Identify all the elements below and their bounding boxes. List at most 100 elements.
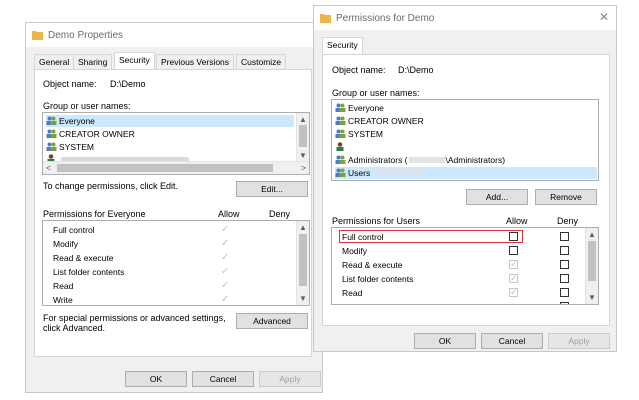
perm-write-partial: Write: [342, 301, 362, 304]
scroll-down-arrow-icon[interactable]: ▼: [297, 151, 309, 160]
tab-security[interactable]: Security: [114, 52, 155, 70]
deny-modify-checkbox[interactable]: [560, 246, 569, 255]
allow-read-checkbox[interactable]: ✓: [509, 287, 518, 297]
users-icon: [46, 142, 57, 151]
permissions-titlebar: Permissions for Demo ✕: [314, 6, 616, 30]
allow-check-icon: ✓: [221, 238, 230, 249]
users-icon: [335, 103, 346, 112]
tab-security[interactable]: Security: [322, 37, 363, 55]
demo-properties-window: Demo Properties General Sharing Security…: [25, 22, 323, 393]
permissions-window: Permissions for Demo ✕ Security Object n…: [313, 5, 617, 352]
deny-list-folder-checkbox[interactable]: [560, 274, 569, 283]
tab-general[interactable]: General: [34, 54, 75, 70]
list-item[interactable]: SYSTEM: [335, 128, 383, 140]
scroll-up-arrow-icon[interactable]: ▲: [586, 230, 598, 239]
tab-customize[interactable]: Customize: [236, 54, 287, 70]
tab-sharing[interactable]: Sharing: [73, 54, 113, 70]
list-item[interactable]: [335, 141, 348, 153]
hscroll-thumb[interactable]: [57, 164, 273, 172]
scroll-thumb[interactable]: [588, 241, 596, 281]
perm-read: Read: [53, 281, 74, 291]
users-icon: [335, 129, 346, 138]
cancel-button[interactable]: Cancel: [481, 333, 543, 349]
users-icon: [46, 129, 57, 138]
permissions-scrollbar[interactable]: ▲ ▼: [585, 228, 598, 304]
scroll-thumb[interactable]: [299, 234, 307, 286]
perm-list-folder-contents: List folder contents: [53, 267, 125, 277]
object-name-value: D:\Demo: [110, 79, 146, 89]
users-icon: [335, 116, 346, 125]
perm-modify: Modify: [342, 246, 368, 256]
group-or-user-names-label: Group or user names:: [332, 88, 420, 98]
user-icon: [336, 142, 344, 151]
allow-check-icon: ✓: [221, 266, 230, 277]
edit-button[interactable]: Edit...: [236, 181, 308, 197]
user-list-hscrollbar[interactable]: < >: [43, 161, 309, 174]
allow-check-icon: ✓: [221, 252, 230, 263]
allow-full-control-checkbox[interactable]: [509, 232, 518, 241]
checkmark-icon: ✓: [510, 273, 518, 283]
object-name-value: D:\Demo: [398, 65, 434, 75]
special-permissions-text-1: For special permissions or advanced sett…: [43, 313, 226, 323]
group-or-user-names-label: Group or user names:: [43, 101, 131, 111]
deny-read-execute-checkbox[interactable]: [560, 260, 569, 269]
allow-list-folder-checkbox[interactable]: ✓: [509, 273, 518, 283]
list-item[interactable]: SYSTEM: [46, 141, 94, 153]
perm-list-folder-contents: List folder contents: [342, 274, 414, 284]
list-item[interactable]: Everyone: [46, 115, 294, 127]
apply-button[interactable]: Apply: [259, 371, 321, 387]
permissions-header: Permissions for Users: [332, 216, 421, 226]
permissions-list: Full control Modify Read & execute List …: [42, 220, 310, 306]
change-permissions-text: To change permissions, click Edit.: [43, 181, 179, 191]
scroll-up-arrow-icon[interactable]: ▲: [297, 115, 309, 124]
ok-button[interactable]: OK: [414, 333, 476, 349]
folder-icon: [320, 14, 331, 23]
object-name-label: Object name:: [332, 65, 386, 75]
list-item[interactable]: CREATOR OWNER: [46, 128, 135, 140]
scroll-right-arrow-icon[interactable]: >: [301, 163, 306, 173]
remove-button[interactable]: Remove: [535, 189, 597, 205]
cancel-button[interactable]: Cancel: [192, 371, 254, 387]
allow-check-icon: ✓: [221, 280, 230, 291]
permissions-header: Permissions for Everyone: [43, 209, 146, 219]
perm-write: Write: [53, 295, 73, 305]
deny-write-checkbox[interactable]: [560, 302, 569, 304]
users-icon: [335, 155, 346, 164]
ok-button[interactable]: OK: [125, 371, 187, 387]
users-icon: [335, 168, 346, 177]
list-item[interactable]: Everyone: [335, 102, 384, 114]
permissions-list: Full control Modify Read & execute List …: [331, 227, 599, 305]
list-item[interactable]: Users: [335, 167, 597, 179]
folder-icon: [32, 31, 43, 40]
permissions-scrollbar[interactable]: ▲ ▼: [296, 221, 309, 305]
list-item[interactable]: Administrators (\Administrators): [335, 154, 505, 166]
allow-check-icon: ✓: [221, 294, 230, 305]
object-name-label: Object name:: [43, 79, 97, 89]
checkmark-icon: ✓: [510, 259, 518, 269]
allow-modify-checkbox[interactable]: [509, 246, 518, 255]
advanced-button[interactable]: Advanced: [236, 313, 308, 329]
deny-full-control-checkbox[interactable]: [560, 232, 569, 241]
tab-previous-versions[interactable]: Previous Versions: [156, 54, 235, 70]
scroll-down-arrow-icon[interactable]: ▼: [586, 293, 598, 302]
deny-column-header: Deny: [269, 209, 291, 219]
user-list[interactable]: Everyone CREATOR OWNER SYSTEM Administra…: [331, 99, 599, 181]
allow-read-execute-checkbox[interactable]: ✓: [509, 259, 518, 269]
window-title: Demo Properties: [48, 30, 124, 41]
close-icon[interactable]: ✕: [599, 11, 609, 23]
user-list[interactable]: Everyone CREATOR OWNER SYSTEM ▲ ▼ < >: [42, 112, 310, 175]
perm-read: Read: [342, 288, 363, 298]
scroll-down-arrow-icon[interactable]: ▼: [297, 294, 309, 303]
apply-button[interactable]: Apply: [548, 333, 610, 349]
checkmark-icon: ✓: [510, 287, 518, 297]
deny-read-checkbox[interactable]: [560, 288, 569, 297]
list-item[interactable]: CREATOR OWNER: [335, 115, 424, 127]
user-list-scrollbar[interactable]: ▲ ▼: [296, 113, 309, 161]
scroll-up-arrow-icon[interactable]: ▲: [297, 223, 309, 232]
scroll-thumb[interactable]: [299, 125, 307, 147]
scroll-left-arrow-icon[interactable]: <: [46, 163, 51, 173]
perm-read-execute: Read & execute: [53, 253, 114, 263]
users-icon: [46, 116, 57, 125]
deny-column-header: Deny: [557, 216, 579, 226]
add-button[interactable]: Add...: [466, 189, 528, 205]
